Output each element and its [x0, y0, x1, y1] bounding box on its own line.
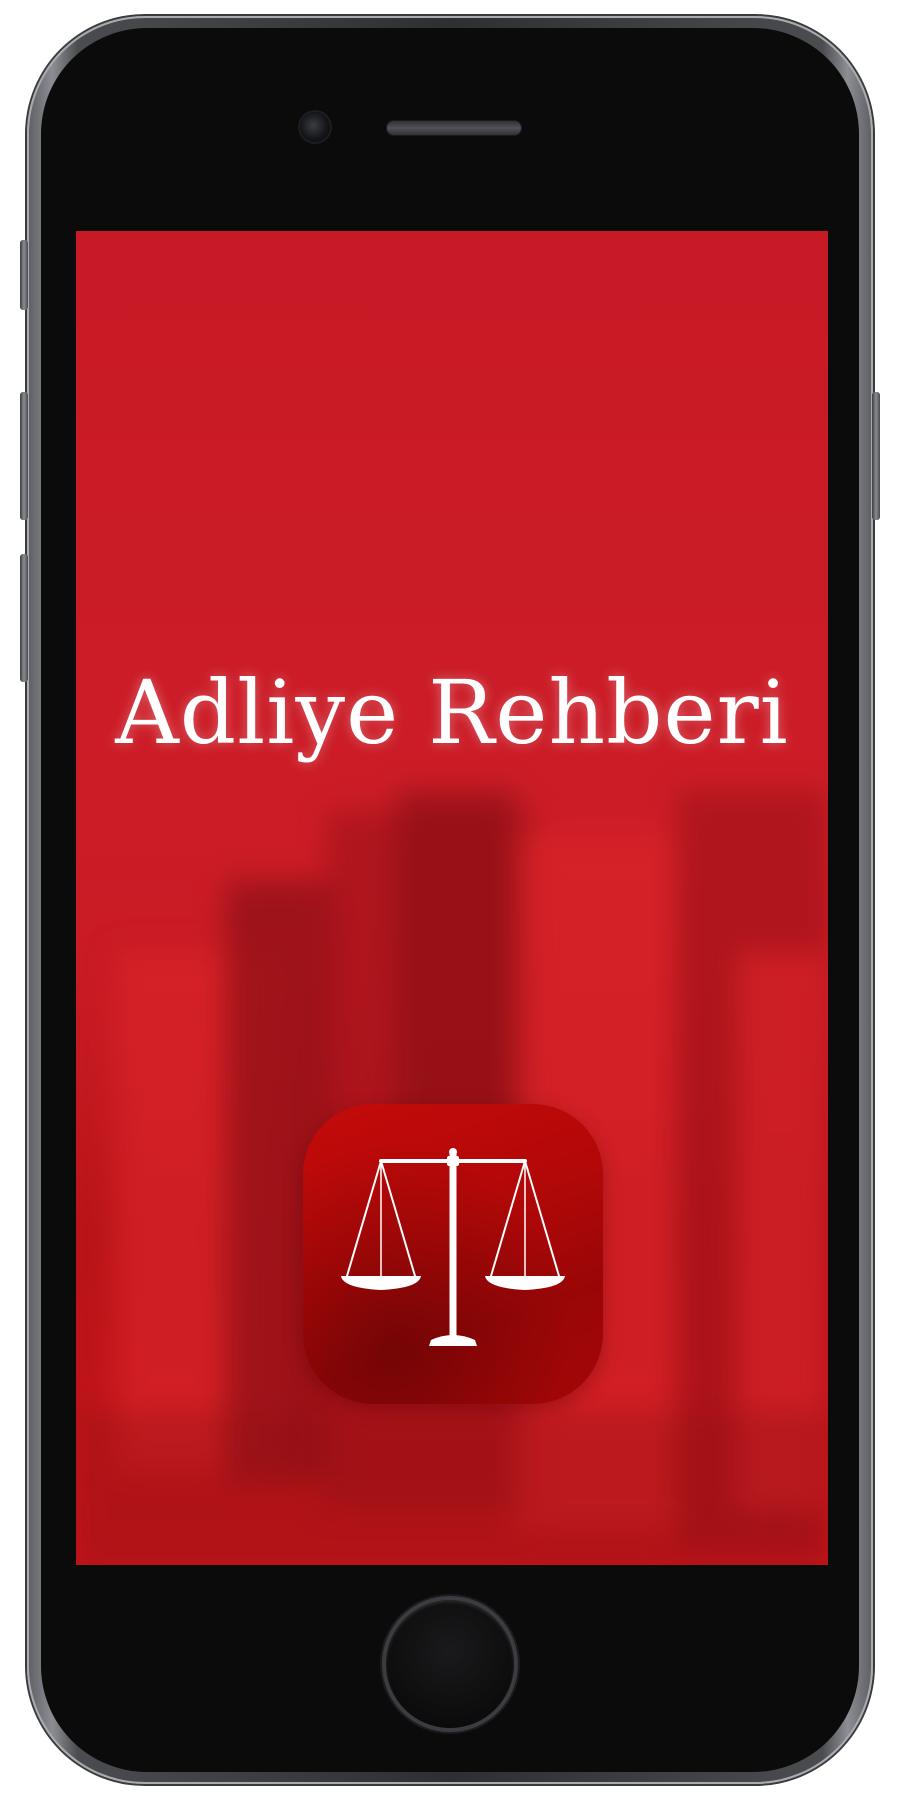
app-logo	[303, 1104, 603, 1404]
front-camera	[300, 112, 330, 142]
earpiece-speaker	[386, 120, 522, 136]
scales-of-justice-icon	[341, 1148, 565, 1346]
app-title: Adliye Rehberi	[115, 661, 789, 764]
volume-down-button	[20, 554, 28, 682]
power-button	[872, 392, 880, 520]
mute-switch	[20, 240, 28, 310]
home-button[interactable]	[386, 1600, 514, 1728]
splash-screen: Adliye Rehberi	[76, 231, 828, 1565]
page: Adliye Rehberi	[0, 0, 900, 1800]
volume-up-button	[20, 392, 28, 520]
